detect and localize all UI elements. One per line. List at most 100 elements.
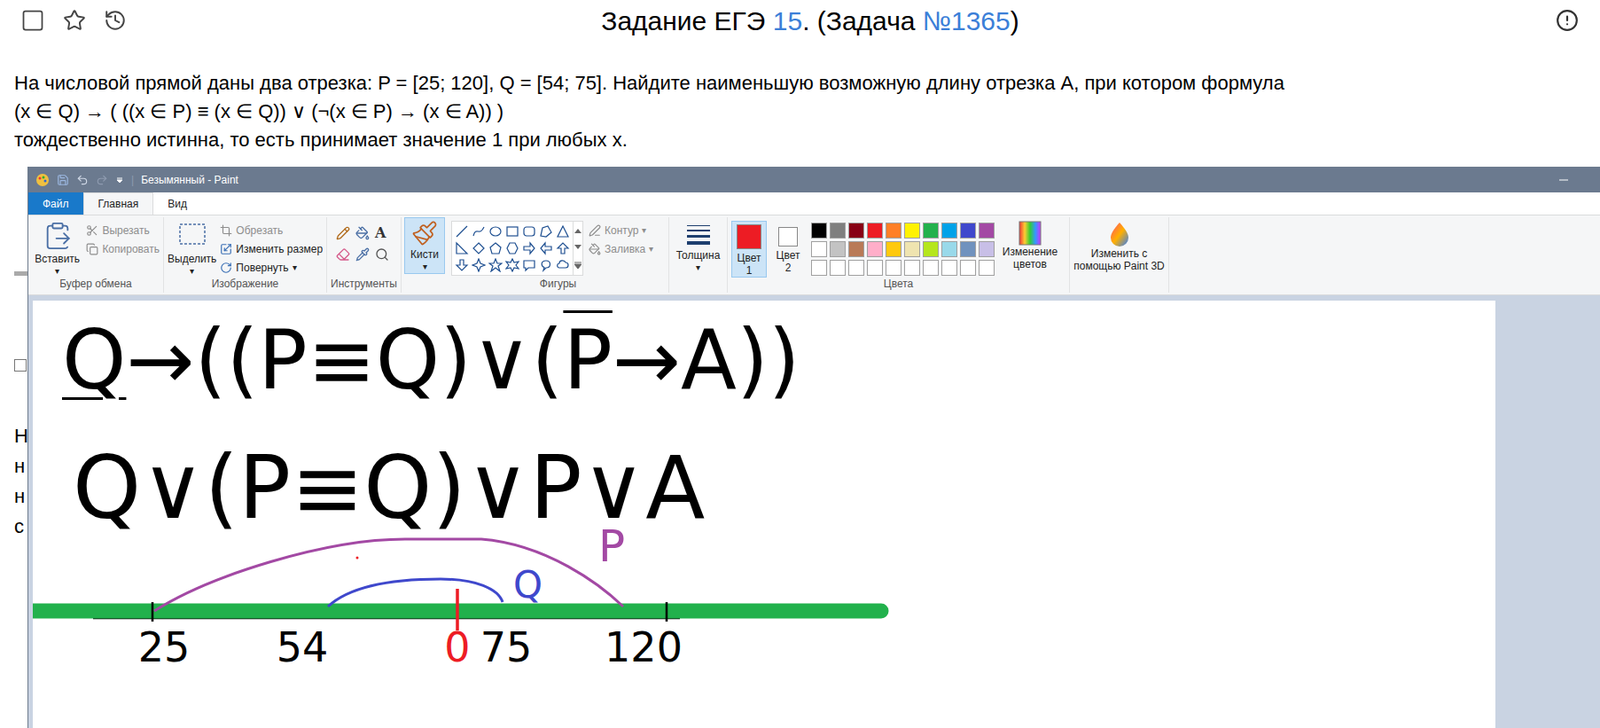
report-icon[interactable]	[1555, 8, 1579, 32]
scroll-up-icon[interactable]	[574, 227, 582, 234]
picker-icon[interactable]	[355, 247, 370, 262]
shape-icon[interactable]	[522, 257, 537, 273]
file-tab[interactable]: Файл	[28, 192, 84, 215]
undo-icon[interactable]	[76, 173, 89, 187]
palette-swatch[interactable]	[811, 222, 828, 239]
shape-icon[interactable]	[454, 241, 469, 256]
palette-swatch[interactable]	[941, 222, 958, 239]
palette-swatch[interactable]	[848, 259, 865, 276]
resize-button[interactable]: Изменить размер	[219, 239, 323, 258]
palette-swatch[interactable]	[941, 259, 958, 276]
expand-gallery-icon[interactable]	[574, 261, 582, 269]
rotate-button[interactable]: Повернуть▾	[219, 257, 323, 277]
shape-icon[interactable]	[454, 257, 469, 273]
segment-label: P	[598, 523, 625, 569]
shape-icon[interactable]	[538, 257, 554, 273]
palette-swatch[interactable]	[811, 259, 828, 276]
title-bar: |Безымянный - Paint	[28, 167, 1600, 193]
palette-swatch[interactable]	[885, 241, 902, 258]
shape-icon[interactable]	[488, 224, 503, 239]
palette-swatch[interactable]	[904, 222, 921, 239]
palette-swatch[interactable]	[904, 259, 921, 276]
palette-swatch[interactable]	[960, 241, 976, 258]
brush-icon	[411, 219, 438, 247]
outline-button[interactable]: Контур▾	[588, 220, 654, 240]
minimize-icon[interactable]	[1543, 171, 1585, 189]
copy-button[interactable]: Копировать	[85, 239, 160, 258]
title-link[interactable]: 15	[772, 0, 803, 41]
shape-icon[interactable]	[505, 257, 520, 273]
customize-icon[interactable]	[115, 175, 125, 185]
palette-swatch[interactable]	[811, 241, 828, 258]
ribbon-tab[interactable]: Главная	[83, 192, 155, 215]
edit-colors-button[interactable]: Изменениецветов	[999, 220, 1061, 271]
shape-icon[interactable]	[555, 241, 570, 256]
ribbon-tab[interactable]: Вид	[153, 192, 202, 215]
palette-swatch[interactable]	[922, 241, 939, 258]
thickness-button[interactable]: Толщина▾	[669, 217, 728, 293]
palette-swatch[interactable]	[885, 259, 902, 276]
palette-swatch[interactable]	[848, 222, 865, 239]
palette-swatch[interactable]	[960, 222, 976, 239]
star-icon[interactable]	[62, 8, 86, 32]
segment-arc	[154, 538, 624, 611]
shape-icon[interactable]	[538, 241, 554, 256]
paint3d-button[interactable]: Изменить спомощью Paint 3D	[1069, 217, 1170, 293]
eraser-icon[interactable]	[335, 247, 351, 262]
palette-swatch[interactable]	[978, 241, 995, 258]
palette-swatch[interactable]	[829, 241, 846, 258]
brushes-button[interactable]: Кисти▾	[404, 217, 445, 274]
shape-icon[interactable]	[505, 224, 520, 239]
palette-swatch[interactable]	[960, 259, 976, 276]
shape-icon[interactable]	[471, 257, 486, 273]
fill-button[interactable]: Заливка▾	[588, 239, 654, 258]
shape-icon[interactable]	[488, 257, 503, 273]
shape-icon[interactable]	[471, 224, 486, 239]
canvas[interactable]: Q→((P≡Q)∨(P→A))Q∨(P≡Q)∨P∨A2554075120PQ	[32, 300, 1496, 728]
shape-icon[interactable]	[555, 257, 570, 273]
cut-button[interactable]: Вырезать	[85, 220, 160, 240]
palette-swatch[interactable]	[866, 222, 883, 239]
scroll-down-icon[interactable]	[574, 244, 582, 250]
shape-icon[interactable]	[555, 224, 570, 239]
palette-swatch[interactable]	[941, 241, 958, 258]
fill-icon[interactable]	[355, 226, 370, 241]
title-link[interactable]: №1365	[922, 0, 1011, 41]
color-slot[interactable]: Цвет1	[731, 220, 767, 278]
palette-swatch[interactable]	[922, 259, 939, 276]
task-header: Задание ЕГЭ 15. (Задача №1365)	[0, 0, 1600, 41]
shape-icon[interactable]	[488, 241, 503, 256]
palette-swatch[interactable]	[978, 259, 995, 276]
shape-icon[interactable]	[538, 224, 554, 239]
save-icon[interactable]	[56, 173, 70, 187]
bookmark-checkbox-icon[interactable]	[20, 7, 46, 33]
color-slot[interactable]: Цвет2	[770, 220, 806, 278]
history-icon[interactable]	[103, 8, 127, 32]
palette-swatch[interactable]	[885, 222, 902, 239]
palette-swatch[interactable]	[829, 222, 846, 239]
redo-icon[interactable]	[95, 173, 109, 187]
palette-swatch[interactable]	[829, 259, 846, 276]
palette-swatch[interactable]	[866, 241, 883, 258]
palette-swatch[interactable]	[866, 259, 883, 276]
palette-swatch[interactable]	[978, 222, 995, 239]
tick-label: 0	[444, 626, 470, 668]
palette-swatch[interactable]	[922, 222, 939, 239]
crop-button[interactable]: Обрезать	[219, 220, 323, 240]
shape-icon[interactable]	[522, 241, 537, 256]
problem-line: тождественно истинна, то есть принимает …	[14, 125, 1600, 155]
palette-swatch[interactable]	[904, 241, 921, 258]
ribbon-tabs: ФайлГлавнаяВид	[28, 192, 1600, 215]
shape-icon[interactable]	[505, 241, 520, 256]
fragment-text: н	[14, 451, 28, 482]
magnifier-icon[interactable]	[374, 247, 390, 262]
pencil-icon[interactable]	[335, 226, 351, 241]
palette-swatch[interactable]	[848, 241, 865, 258]
palette	[811, 220, 995, 276]
text-tool[interactable]: A	[374, 226, 390, 241]
shape-icon[interactable]	[454, 224, 469, 239]
shape-icon[interactable]	[471, 241, 486, 256]
paste-button[interactable]: Вставить▾	[31, 220, 83, 276]
select-button[interactable]: Выделить▾	[167, 220, 217, 276]
shape-icon[interactable]	[522, 224, 537, 239]
